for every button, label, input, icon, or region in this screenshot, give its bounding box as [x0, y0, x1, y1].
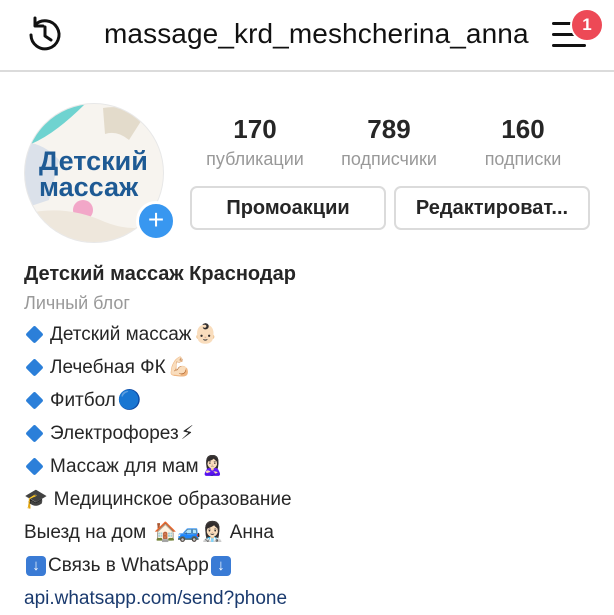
- bio-line: Электрофорез ⚡: [24, 417, 604, 450]
- house-car-doctor-emoji: 🏠🚙👩🏻‍⚕️: [153, 522, 225, 543]
- woman-emoji: 🙎🏻‍♀️: [200, 456, 225, 477]
- header-divider: [0, 70, 614, 72]
- blue-diamond-icon: [25, 325, 44, 344]
- avatar-container[interactable]: Детский массаж +: [24, 103, 176, 243]
- bio-link[interactable]: api.whatsapp.com/send?phone: [24, 582, 604, 615]
- down-arrow-icon: ↓: [26, 555, 46, 576]
- graduation-cap-icon: 🎓: [24, 489, 48, 510]
- avatar-text: Детский массаж: [39, 146, 148, 202]
- bio-line: Детский массаж 👶🏻: [24, 318, 604, 351]
- lightning-emoji: ⚡: [180, 423, 195, 444]
- blue-diamond-icon: [25, 358, 44, 377]
- stat-followers-label: подписчики: [341, 149, 437, 169]
- down-arrow-icon: ↓: [210, 555, 231, 576]
- blue-diamond-icon: [25, 391, 44, 410]
- bio-section: Детский массаж Краснодар Личный блог Дет…: [24, 260, 604, 615]
- history-icon[interactable]: [22, 12, 68, 58]
- blue-diamond-icon: [25, 424, 44, 443]
- bio-home-visit: Выезд на дом 🏠🚙👩🏻‍⚕️ Анна: [24, 516, 604, 549]
- flexed-biceps-emoji: 💪🏻: [167, 357, 192, 378]
- blue-circle-emoji: 🔵: [117, 390, 142, 411]
- profile-username[interactable]: massage_krd_meshcherina_anna: [104, 18, 529, 50]
- stat-posts-count: 170: [233, 114, 277, 144]
- stat-following[interactable]: 160 подписки: [470, 114, 576, 170]
- baby-emoji: 👶🏻: [193, 324, 218, 345]
- notification-badge: 1: [570, 8, 604, 42]
- stat-posts-label: публикации: [206, 149, 304, 169]
- add-story-icon[interactable]: +: [136, 201, 176, 241]
- stat-posts[interactable]: 170 публикации: [196, 114, 314, 170]
- bio-line: Массаж для мам 🙎🏻‍♀️: [24, 450, 604, 483]
- bio-whatsapp: ↓ Связь в WhatsApp ↓: [24, 549, 604, 582]
- bio-line: Фитбол 🔵: [24, 384, 604, 417]
- stat-followers-count: 789: [367, 114, 411, 144]
- profile-name: Детский массаж Краснодар: [24, 263, 296, 285]
- stat-followers[interactable]: 789 подписчики: [328, 114, 450, 170]
- stat-following-label: подписки: [484, 149, 562, 169]
- blue-diamond-icon: [25, 457, 44, 476]
- top-bar: massage_krd_meshcherina_anna 1: [0, 0, 614, 72]
- profile-category: Личный блог: [24, 293, 130, 313]
- bio-education: 🎓 Медицинское образование: [24, 483, 604, 516]
- bio-line: Лечебная ФК 💪🏻: [24, 351, 604, 384]
- promotions-button[interactable]: Промоакции: [190, 186, 386, 230]
- edit-profile-button[interactable]: Редактироват...: [394, 186, 590, 230]
- stat-following-count: 160: [501, 114, 545, 144]
